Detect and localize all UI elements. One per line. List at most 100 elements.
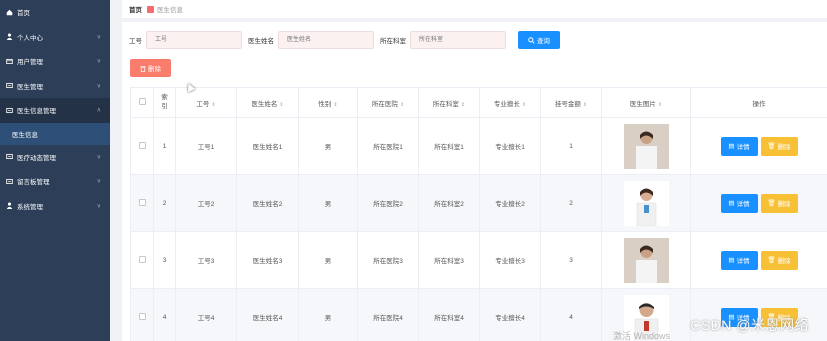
cell-gender: 男 <box>298 231 358 289</box>
row-checkbox-cell <box>130 117 154 175</box>
header-id[interactable]: 工号 ⇕ <box>175 87 237 118</box>
sidebar-item-personal-center[interactable]: 个人中心 ∨ <box>0 25 110 50</box>
batch-delete-label: 删除 <box>148 66 161 73</box>
header-fee[interactable]: 挂号金额 ⇕ <box>540 87 602 118</box>
header-checkbox-cell <box>130 87 154 118</box>
trash-icon <box>140 65 146 72</box>
chevron-down-icon: ∨ <box>96 154 101 161</box>
row-checkbox[interactable] <box>138 141 146 149</box>
row-checkbox-cell <box>130 288 154 341</box>
batch-delete-button[interactable]: 删除 <box>130 59 171 77</box>
cell-gender: 男 <box>298 174 358 232</box>
header-gender[interactable]: 性别 ⇕ <box>298 87 358 118</box>
detail-button[interactable]: ▤ 详情 <box>720 136 758 156</box>
header-specialty[interactable]: 专业擅长 ⇕ <box>479 87 541 118</box>
search-icon <box>528 36 535 44</box>
search-input-dept[interactable] <box>410 31 506 49</box>
cell-id: 工号2 <box>175 174 237 232</box>
header-label: 医生图片 <box>629 100 656 108</box>
cell-dept: 所在科室4 <box>418 288 480 341</box>
sidebar-item-home[interactable]: 首页 <box>0 0 110 25</box>
cell-id: 工号3 <box>175 231 237 289</box>
sidebar-item-label: 用户管理 <box>17 59 43 67</box>
sort-icon: ⇕ <box>399 101 405 108</box>
row-checkbox[interactable] <box>138 312 146 320</box>
header-label: 所在科室 <box>432 100 459 108</box>
header-label: 专业擅长 <box>493 100 520 108</box>
cell-dept: 所在科室3 <box>418 231 480 289</box>
sidebar-item-label: 个人中心 <box>17 34 43 42</box>
cell-specialty: 专业擅长3 <box>479 231 541 289</box>
csdn-watermark: CSDN @米恩网络 <box>690 317 809 333</box>
row-checkbox-cell <box>130 231 154 289</box>
sidebar-item-doctor-management[interactable]: 医生管理 ∨ <box>0 74 110 99</box>
breadcrumb: 首页 医生信息 <box>122 0 827 18</box>
detail-label: 详情 <box>736 144 750 151</box>
query-button[interactable]: 查询 <box>518 31 560 49</box>
delete-label: 删除 <box>777 144 791 151</box>
header-photo[interactable]: 医生图片 ⇕ <box>601 87 691 118</box>
row-checkbox[interactable] <box>138 198 146 206</box>
header-dept[interactable]: 所在科室 ⇕ <box>418 87 480 118</box>
sidebar-item-user-management[interactable]: 用户管理 ∨ <box>0 49 110 74</box>
windows-activation-watermark: 激活 Windows <box>613 331 671 341</box>
cell-specialty: 专业擅长4 <box>479 288 541 341</box>
doctor-photo <box>623 123 669 169</box>
breadcrumb-home[interactable]: 首页 <box>129 4 142 14</box>
sort-icon: ⇕ <box>657 101 663 108</box>
chevron-down-icon: ∨ <box>96 178 101 185</box>
chevron-up-icon: ∧ <box>96 107 101 114</box>
search-label-id: 工号 <box>129 38 142 45</box>
sidebar-item-system-management[interactable]: 系统管理 ∨ <box>0 194 110 219</box>
delete-button[interactable]: 🗑 删除 <box>760 136 798 156</box>
cell-gender: 男 <box>298 288 358 341</box>
row-checkbox[interactable] <box>138 255 146 263</box>
delete-button[interactable]: 🗑 删除 <box>760 193 798 213</box>
search-input-name[interactable] <box>278 31 374 49</box>
cell-hospital: 所在医院3 <box>357 231 419 289</box>
trash-icon: 🗑 <box>767 143 776 150</box>
detail-label: 详情 <box>736 201 750 208</box>
detail-button[interactable]: ▤ 详情 <box>720 250 758 270</box>
sidebar-item-label: 首页 <box>17 10 30 18</box>
sidebar-subitem-doctor-info[interactable]: 医生信息 <box>0 122 110 145</box>
header-hospital[interactable]: 所在医院 ⇕ <box>357 87 419 118</box>
header-actions: 操作 <box>690 87 827 118</box>
chevron-down-icon: ∨ <box>96 34 101 41</box>
breadcrumb-current: 医生信息 <box>157 7 183 14</box>
detail-label: 详情 <box>736 258 750 265</box>
cell-name: 医生姓名2 <box>236 174 299 232</box>
sidebar-item-message-board-management[interactable]: 留言板管理 ∨ <box>0 169 110 194</box>
header-label: 医生姓名 <box>251 100 278 108</box>
detail-icon: ▤ <box>728 257 735 264</box>
header-name[interactable]: 医生姓名 ⇕ <box>236 87 299 118</box>
header-label: 所在医院 <box>371 100 398 108</box>
user-icon <box>6 33 13 41</box>
cell-hospital: 所在医院4 <box>357 288 419 341</box>
cell-name: 医生姓名1 <box>236 117 299 175</box>
doctor-info-icon <box>6 107 13 113</box>
system-user-icon <box>6 202 13 210</box>
sort-icon: ⇕ <box>279 101 284 108</box>
cell-index: 4 <box>153 288 176 341</box>
detail-button[interactable]: ▤ 详情 <box>720 193 758 213</box>
header-label: 工号 <box>196 100 210 108</box>
search-input-id[interactable] <box>146 31 242 49</box>
header-label: 挂号金额 <box>554 100 581 108</box>
sidebar-item-label: 医生信息管理 <box>17 108 56 116</box>
delete-button[interactable]: 🗑 删除 <box>760 250 798 270</box>
sort-icon: ⇕ <box>460 101 466 108</box>
sidebar-item-doctor-info-management[interactable]: 医生信息管理 ∧ <box>0 98 110 123</box>
cell-hospital: 所在医院2 <box>357 174 419 232</box>
sidebar-item-label: 医生管理 <box>17 83 43 91</box>
select-all-checkbox[interactable] <box>138 98 146 105</box>
delete-label: 删除 <box>777 201 791 208</box>
cell-photo <box>601 231 691 289</box>
trash-icon: 🗑 <box>767 200 776 207</box>
detail-icon: ▤ <box>728 143 735 150</box>
cell-actions: ▤ 详情 🗑 删除 <box>690 231 827 289</box>
sidebar-item-medical-news-management[interactable]: 医疗动态管理 ∨ <box>0 145 110 170</box>
cell-specialty: 专业擅长1 <box>479 117 541 175</box>
cell-index: 1 <box>153 117 176 175</box>
cell-specialty: 专业擅长2 <box>479 174 541 232</box>
